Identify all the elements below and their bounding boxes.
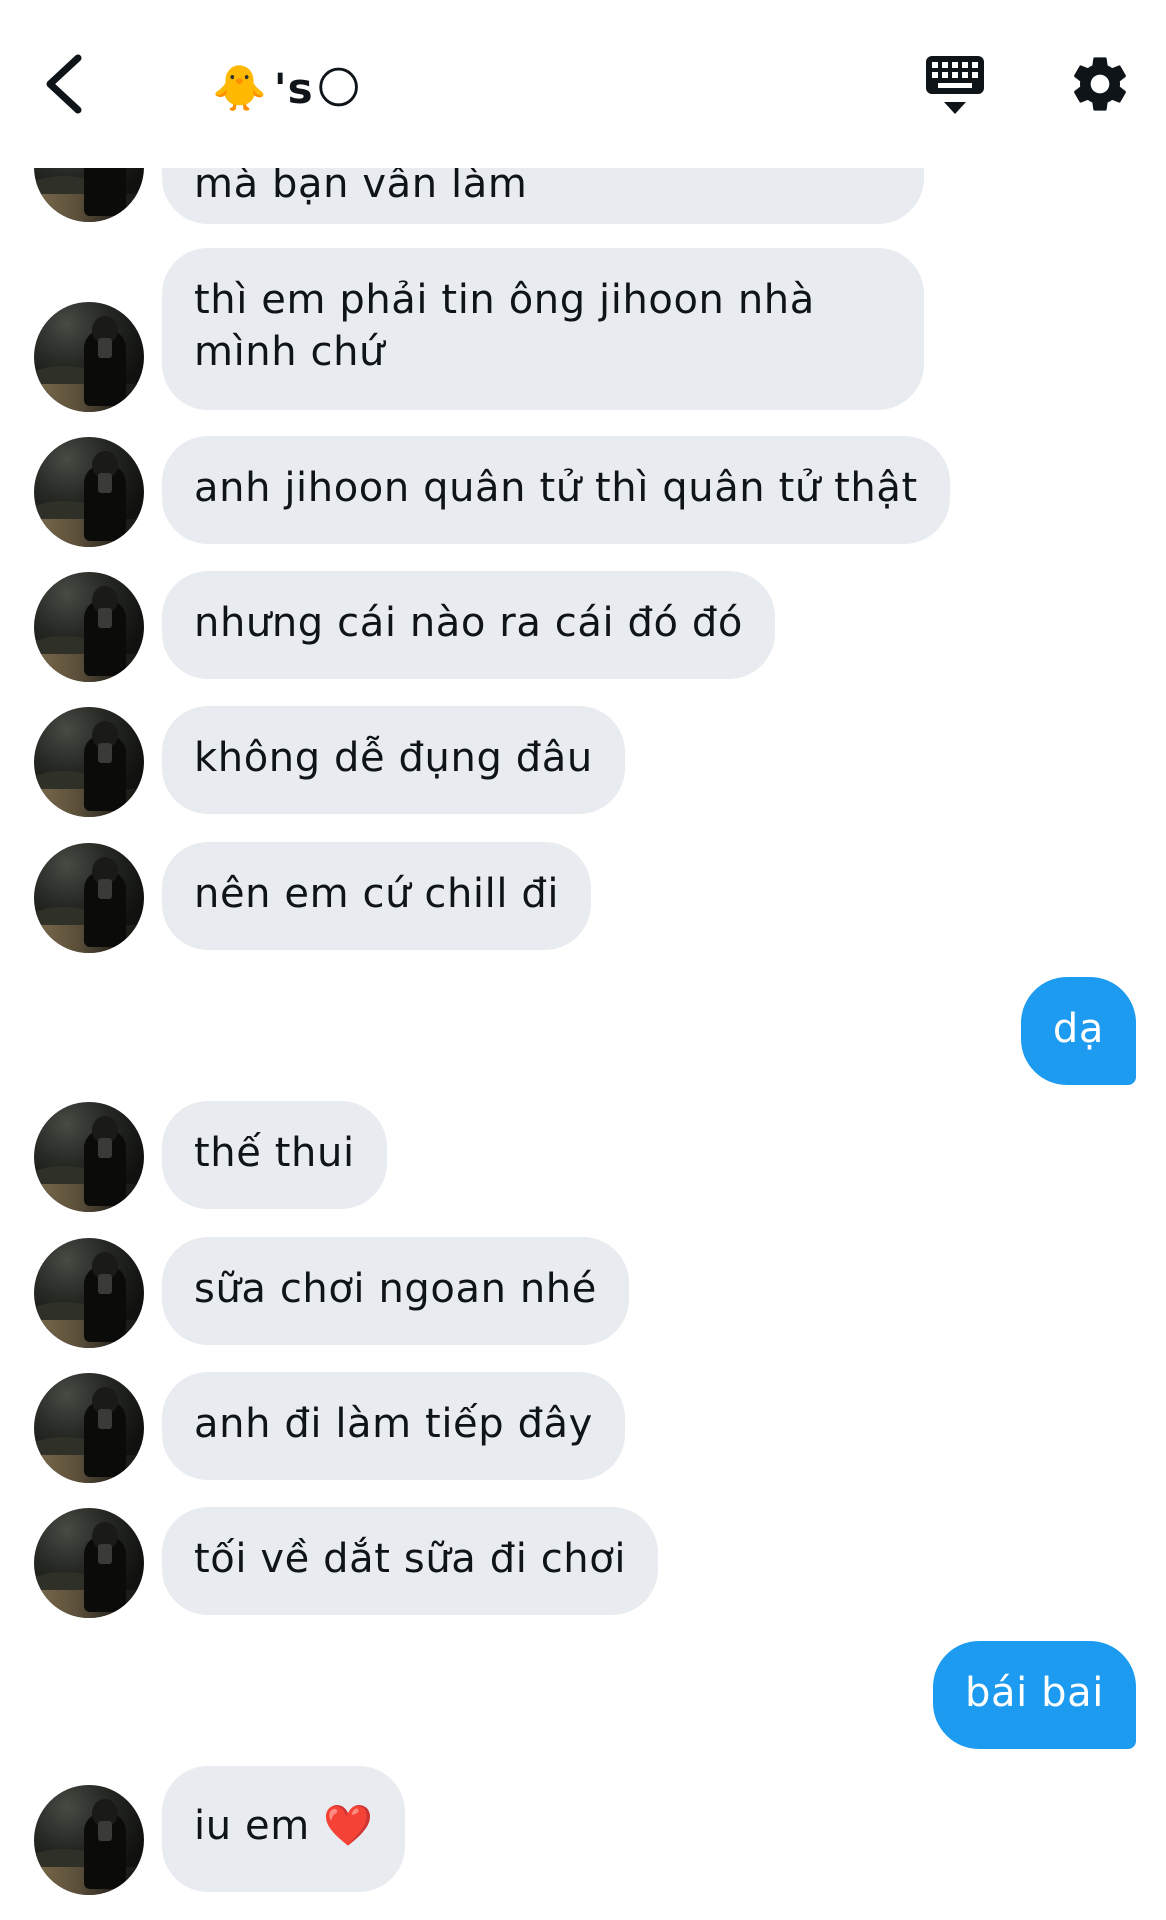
avatar[interactable]: [34, 1373, 144, 1483]
back-button[interactable]: [38, 50, 94, 118]
avatar[interactable]: [34, 1508, 144, 1618]
message-bubble-incoming[interactable]: không dễ đụng đâu: [162, 706, 625, 814]
message-bubble-incoming[interactable]: nên em cứ chill đi: [162, 842, 592, 950]
message-bubble-incoming[interactable]: anh đi làm tiếp đây: [162, 1372, 625, 1480]
message-bubble-incoming[interactable]: sữa chơi ngoan nhé: [162, 1237, 629, 1345]
chick-emoji: 🐥: [212, 63, 268, 114]
avatar[interactable]: [34, 1785, 144, 1895]
chevron-left-icon: [46, 54, 82, 114]
message-bubble-incoming[interactable]: tối về dắt sữa đi chơi: [162, 1507, 659, 1615]
avatar[interactable]: [34, 302, 144, 412]
avatar[interactable]: [34, 572, 144, 682]
moon-emoji: 🌕: [315, 62, 363, 114]
avatar[interactable]: [34, 843, 144, 953]
message-bubble-outgoing[interactable]: dạ: [1020, 977, 1136, 1085]
keyboard-button[interactable]: [922, 52, 988, 118]
avatar[interactable]: [34, 707, 144, 817]
message-bubble-incoming[interactable]: thế thui: [162, 1101, 387, 1209]
avatar[interactable]: [34, 1102, 144, 1212]
title-text: 's: [273, 63, 314, 113]
avatar[interactable]: [34, 437, 144, 547]
conversation-title[interactable]: 🐥 's 🌕: [212, 58, 363, 118]
message-bubble-incoming[interactable]: anh jihoon quân tử thì quân tử thật: [162, 436, 950, 544]
conversation-header: 🐥 's 🌕: [0, 0, 1166, 168]
keyboard-icon: [926, 56, 984, 114]
settings-button[interactable]: [1068, 52, 1132, 116]
message-bubble-outgoing[interactable]: bái bai: [933, 1641, 1136, 1749]
message-bubble-incoming[interactable]: nhưng cái nào ra cái đó đó: [162, 571, 775, 679]
gear-icon: [1074, 57, 1126, 111]
avatar[interactable]: [34, 1238, 144, 1348]
message-bubble-incoming[interactable]: thì em phải tin ông jihoon nhà mình chứ: [162, 248, 924, 410]
message-bubble-incoming[interactable]: iu em ❤️: [162, 1766, 406, 1892]
